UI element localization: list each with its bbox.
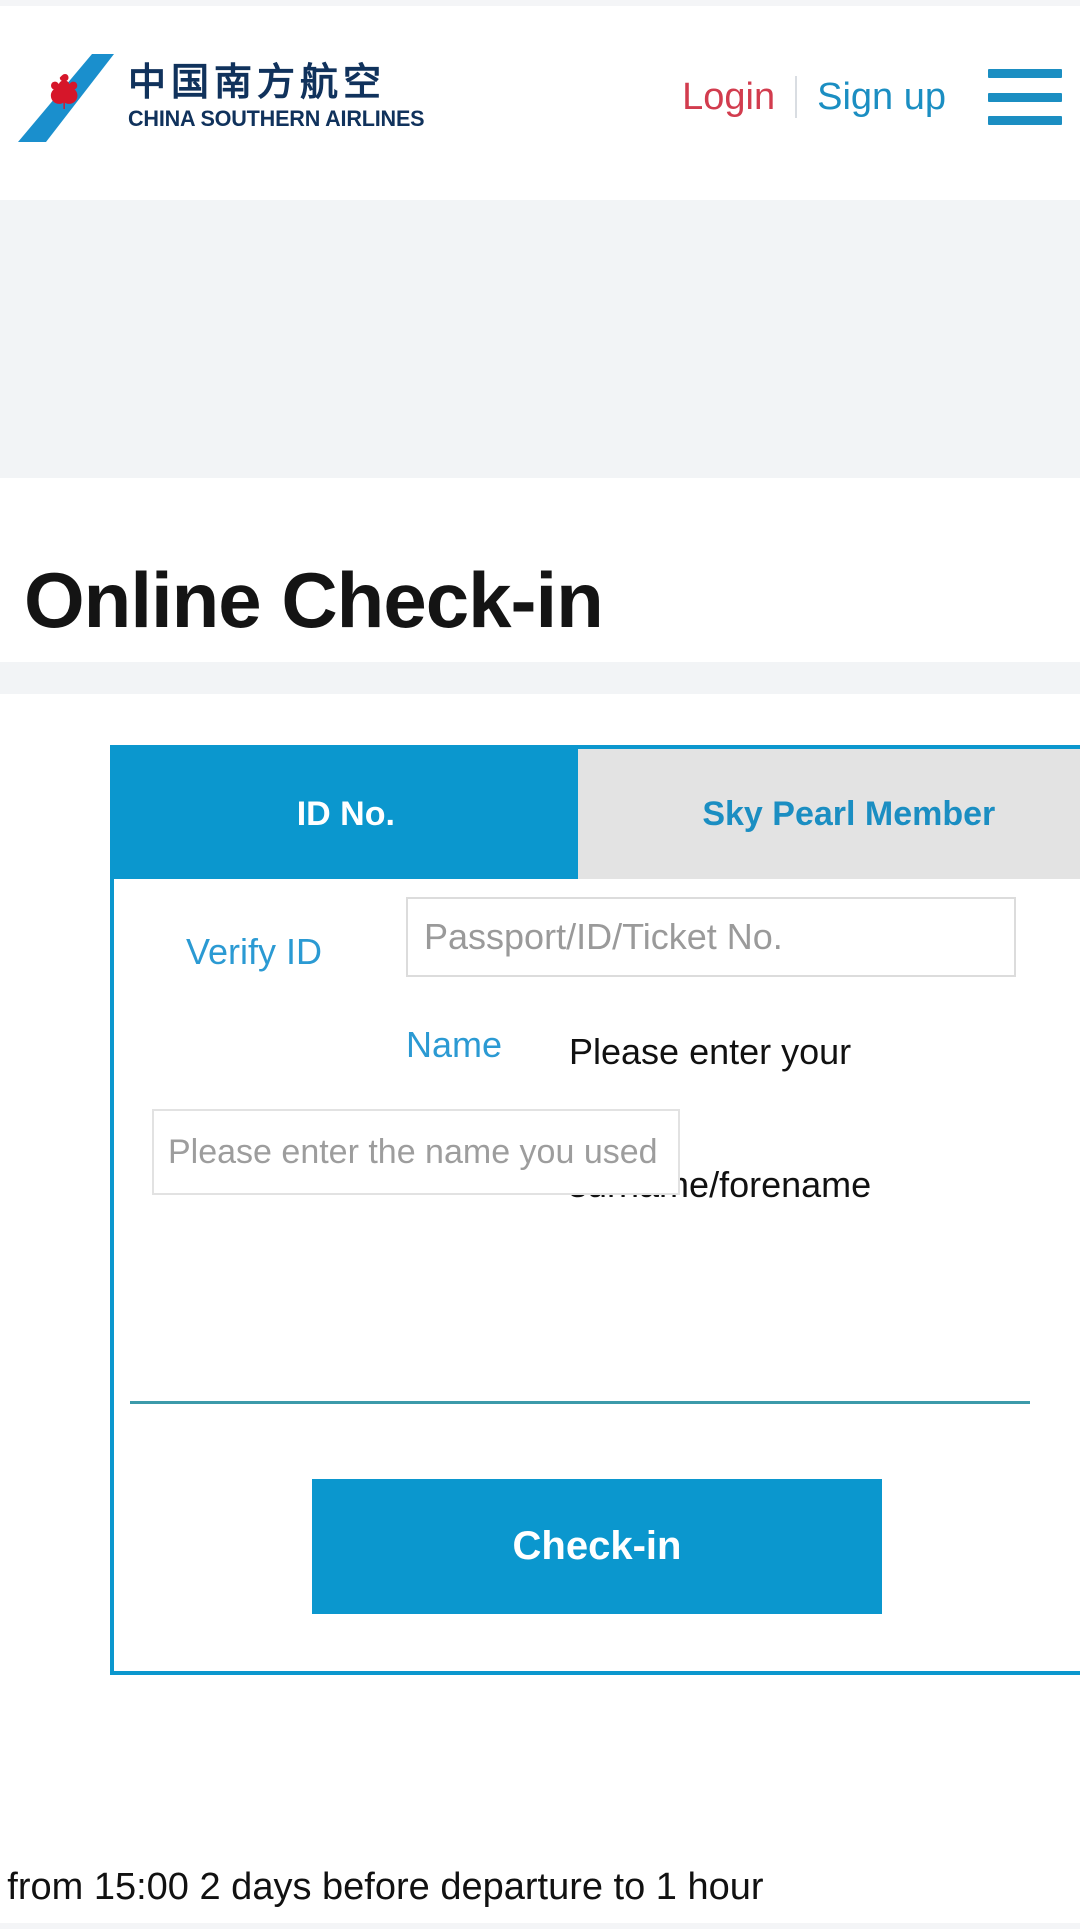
- form-divider-rule: [130, 1401, 1030, 1404]
- name-label: Name: [406, 1024, 503, 1065]
- checkin-form: Verify ID Name Please enter your name su…: [114, 879, 1080, 1679]
- tab-sky-pearl-member-label: Sky Pearl Member: [702, 794, 996, 833]
- bottom-hairline: [0, 1923, 1080, 1929]
- tab-id-no[interactable]: ID No.: [114, 749, 578, 879]
- hero-banner-placeholder: [0, 200, 1080, 478]
- airline-tail-fin-icon: [18, 52, 114, 144]
- page-title: Online Check-in: [24, 556, 604, 645]
- verify-id-input[interactable]: [406, 897, 1016, 977]
- action-separator: [795, 76, 798, 118]
- logo-english-name: CHINA SOUTHERN AIRLINES: [128, 106, 425, 131]
- section-divider-band: [0, 662, 1080, 694]
- header-actions: Login Sign up: [682, 62, 1062, 132]
- checkin-availability-note: ilable from 15:00 2 days before departur…: [0, 1866, 764, 1908]
- tab-sky-pearl-member[interactable]: Sky Pearl Member: [577, 749, 1080, 879]
- page-title-section: Online Check-in: [0, 478, 1080, 662]
- checkin-card: ID No. Sky Pearl Member Verify ID Name P…: [110, 745, 1080, 1675]
- login-link[interactable]: Login: [682, 78, 793, 116]
- china-southern-logo[interactable]: 中国南方航空 CHINA SOUTHERN AIRLINES: [18, 50, 468, 145]
- logo-chinese-name: 中国南方航空: [128, 60, 387, 105]
- check-in-button[interactable]: Check-in: [312, 1479, 882, 1614]
- checkin-tab-row: ID No. Sky Pearl Member: [114, 749, 1080, 879]
- hamburger-bar-1: [988, 69, 1062, 78]
- hamburger-bar-3: [988, 116, 1062, 125]
- name-input[interactable]: [152, 1109, 680, 1195]
- verify-id-label: Verify ID: [186, 931, 323, 972]
- hamburger-bar-2: [988, 92, 1062, 102]
- tab-id-no-label: ID No.: [296, 794, 395, 833]
- signup-link[interactable]: Sign up: [799, 78, 946, 116]
- logo-wordmark: 中国南方航空 CHINA SOUTHERN AIRLINES: [128, 60, 437, 132]
- hamburger-menu-icon[interactable]: [988, 69, 1062, 125]
- site-header: 中国南方航空 CHINA SOUTHERN AIRLINES Login Sig…: [0, 6, 1080, 200]
